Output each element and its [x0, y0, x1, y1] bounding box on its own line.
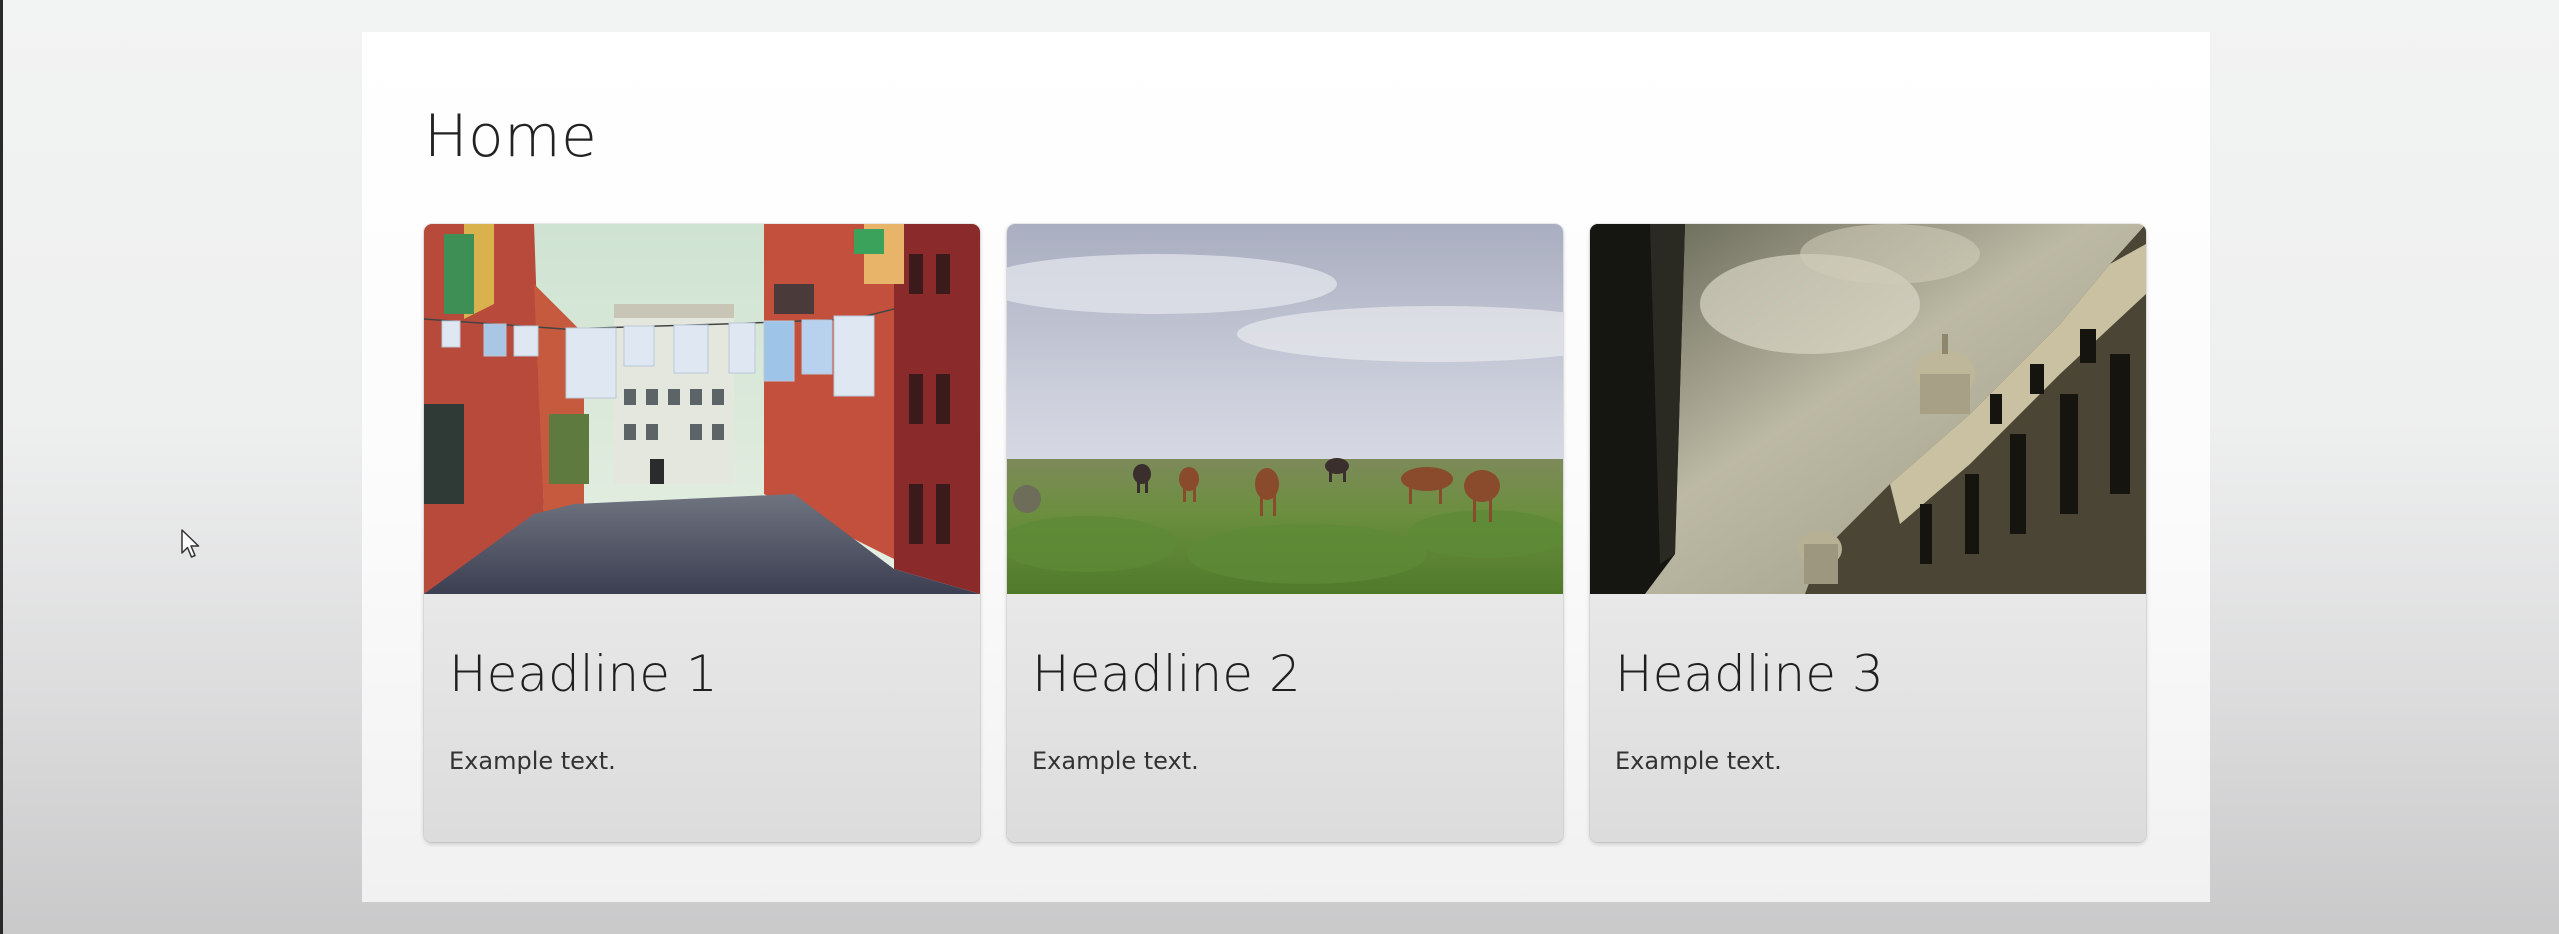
card-2-headline: Headline 2 [1032, 645, 1301, 703]
card-1[interactable]: Headline 1 Example text. [424, 224, 980, 842]
card-3-headline: Headline 3 [1615, 645, 1884, 703]
card-1-headline: Headline 1 [449, 645, 718, 703]
card-3[interactable]: Headline 3 Example text. [1590, 224, 2146, 842]
card-1-image [424, 224, 980, 594]
card-2-image [1007, 224, 1563, 594]
card-3-text: Example text. [1615, 747, 1782, 775]
card-2-text: Example text. [1032, 747, 1199, 775]
card-3-image [1590, 224, 2146, 594]
mouse-pointer-icon [181, 529, 200, 558]
window-edge [0, 0, 3, 934]
card-2[interactable]: Headline 2 Example text. [1007, 224, 1563, 842]
page-title: Home [424, 102, 598, 170]
card-1-text: Example text. [449, 747, 616, 775]
